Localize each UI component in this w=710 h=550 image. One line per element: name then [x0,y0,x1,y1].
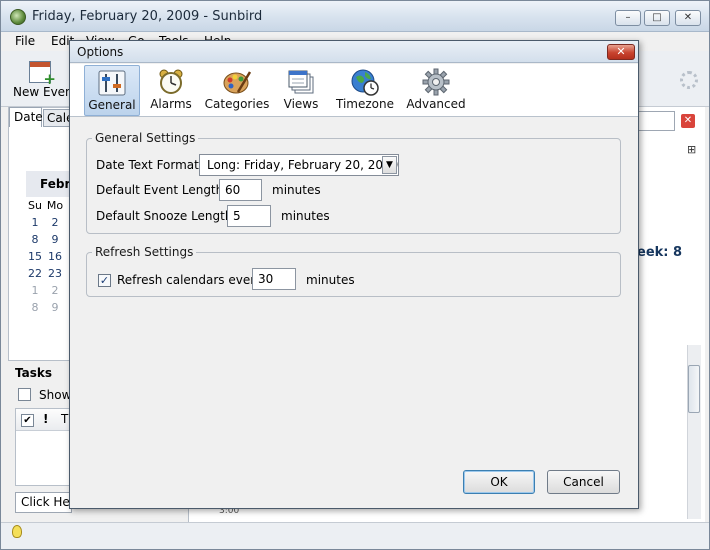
mini-cal-day[interactable]: 1 [25,216,45,229]
event-length-label: Default Event Length: [96,183,228,197]
close-window-button[interactable]: ✕ [675,10,701,26]
new-event-button-label[interactable]: New Event [13,85,77,99]
event-length-unit: minutes [272,183,321,197]
refresh-interval-unit: minutes [306,273,355,287]
clear-search-icon[interactable]: ✕ [681,114,695,128]
general-settings-legend: General Settings [92,131,199,145]
pane-alarms[interactable]: Alarms [146,65,196,116]
maximize-button[interactable]: □ [644,10,670,26]
pane-alarms-label: Alarms [150,97,192,111]
event-length-input[interactable]: 60 [219,179,262,201]
pane-advanced-label: Advanced [406,97,466,111]
pane-general-label: General [88,98,136,112]
pane-views[interactable]: Views [276,65,326,116]
show-completed-checkbox[interactable] [18,388,31,401]
pane-timezone[interactable]: Timezone [333,65,397,116]
mini-cal-day[interactable]: 16 [45,250,65,263]
mini-cal-day[interactable]: 1 [25,284,45,297]
snooze-length-label: Default Snooze Length: [96,209,237,223]
minimize-button[interactable]: – [615,10,641,26]
activity-throbber-icon [680,71,698,89]
task-list-header: ✔ ! Ti [16,409,72,431]
gear-icon [422,68,450,96]
show-completed-label: Show [39,388,72,402]
pane-general[interactable]: General [84,65,140,116]
mini-cal-day[interactable]: 15 [25,250,45,263]
ok-button[interactable]: OK [463,470,535,494]
status-bar [1,522,709,549]
alarm-clock-icon [159,69,183,94]
refresh-label[interactable]: Refresh calendars every [117,273,262,287]
views-calendar-icon [288,70,314,94]
new-task-input[interactable]: Click Here [15,492,72,513]
dialog-title: Options [77,45,124,59]
refresh-checkbox[interactable]: ✓ [98,274,111,287]
main-titlebar[interactable]: Friday, February 20, 2009 - Sunbird – □ … [1,1,709,32]
search-input[interactable] [637,111,675,131]
mini-cal-day[interactable]: 2 [45,216,65,229]
task-done-column-icon[interactable]: ✔ [21,414,34,427]
day-header-su: Su [28,199,42,212]
pane-timezone-label: Timezone [336,97,394,111]
menu-file[interactable]: File [15,34,35,48]
snooze-length-input[interactable]: 5 [227,205,271,227]
tab-date[interactable]: Date [9,107,43,127]
mini-cal-day[interactable]: 9 [45,233,65,246]
mini-cal-day[interactable]: 8 [25,233,45,246]
week-number-label: eek: 8 [637,245,683,260]
mini-cal-day[interactable]: 9 [45,301,65,314]
scrollbar-thumb[interactable] [688,365,700,413]
mini-cal-day[interactable]: 2 [45,284,65,297]
column-picker-icon[interactable]: ⊞ [687,143,696,156]
lightbulb-icon [12,525,22,538]
snooze-length-unit: minutes [281,209,330,223]
cancel-button[interactable]: Cancel [547,470,620,494]
task-priority-column[interactable]: ! [43,412,48,426]
refresh-settings-legend: Refresh Settings [92,245,197,259]
dialog-titlebar[interactable]: Options ✕ [70,41,638,63]
new-event-icon[interactable] [29,61,56,88]
globe-clock-icon [351,69,379,96]
pane-categories[interactable]: Categories [203,65,271,116]
date-format-select[interactable]: Long: Friday, February 20, 2009 [199,154,399,176]
general-sliders-icon [98,70,126,96]
sunbird-logo-icon [10,9,26,25]
options-dialog: Options ✕ General Alarms Categories View… [69,40,639,509]
palette-icon [223,71,252,94]
tasks-title: Tasks [15,366,53,380]
main-window-title: Friday, February 20, 2009 - Sunbird [32,9,263,24]
mini-cal-day[interactable]: 22 [25,267,45,280]
mini-cal-day[interactable]: 23 [45,267,65,280]
pane-views-label: Views [283,97,319,111]
day-header-mo: Mo [46,199,64,212]
date-format-label: Date Text Format: [96,158,203,172]
refresh-interval-input[interactable]: 30 [252,268,296,290]
dialog-close-button[interactable]: ✕ [607,44,635,60]
pane-advanced[interactable]: Advanced [405,65,467,116]
pane-categories-label: Categories [204,97,270,111]
mini-calendar-month[interactable]: February [26,171,72,197]
mini-cal-day[interactable]: 8 [25,301,45,314]
chevron-down-icon[interactable]: ▼ [382,156,397,174]
